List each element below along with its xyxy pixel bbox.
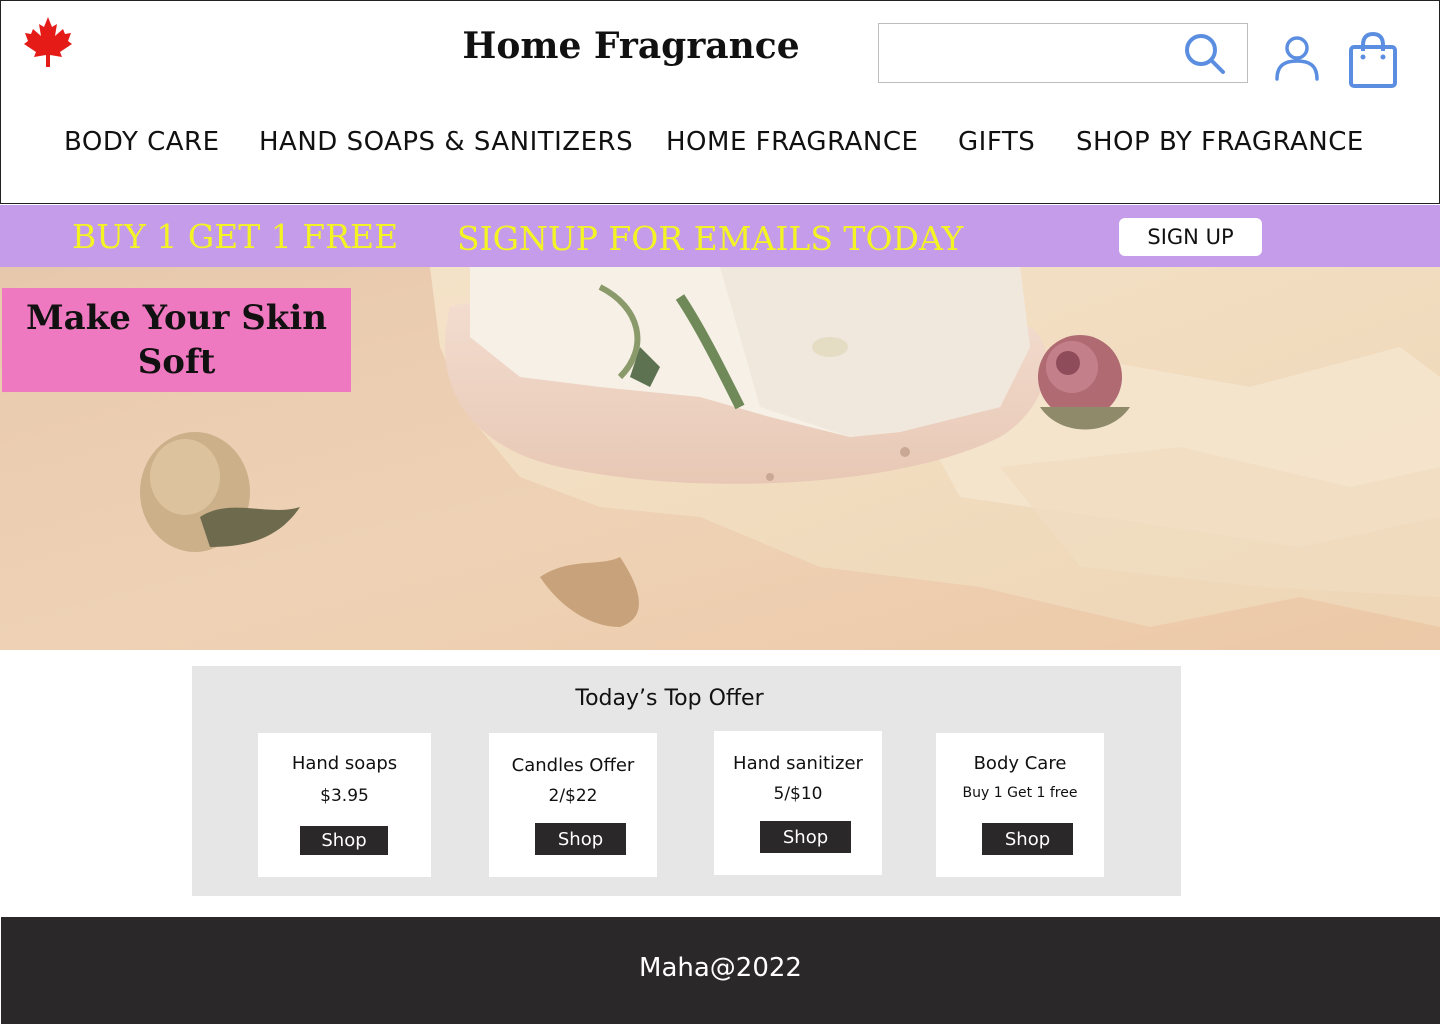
card-price: $3.95	[320, 786, 369, 806]
site-footer: Maha@2022	[1, 917, 1440, 1024]
site-header: Home Fragrance BODY CARE HAND SOAPS & SA…	[0, 0, 1440, 204]
promo-signup-text: SIGNUP FOR EMAILS TODAY	[457, 219, 964, 258]
search-icon[interactable]	[1183, 32, 1227, 76]
card-title: Hand soaps	[291, 753, 398, 774]
shop-button[interactable]: Shop	[535, 823, 626, 855]
nav-item-gifts[interactable]: GIFTS	[958, 127, 1035, 157]
nav-item-body-care[interactable]: BODY CARE	[64, 127, 220, 157]
card-title: Body Care	[973, 753, 1067, 774]
hero-tagline: Make Your Skin Soft	[2, 288, 351, 392]
footer-copyright: Maha@2022	[639, 953, 802, 983]
shop-button[interactable]: Shop	[982, 823, 1073, 855]
offers-title: Today’s Top Offer	[575, 686, 764, 711]
shopping-bag-icon[interactable]	[1347, 31, 1399, 89]
signup-button[interactable]: SIGN UP	[1119, 218, 1262, 256]
nav-item-shop-by-fragrance[interactable]: SHOP BY FRAGRANCE	[1076, 127, 1364, 157]
user-icon[interactable]	[1273, 35, 1321, 81]
promo-offer-text: BUY 1 GET 1 FREE	[72, 217, 399, 256]
main-nav: BODY CARE HAND SOAPS & SANITIZERS HOME F…	[1, 127, 1440, 171]
maple-leaf-icon[interactable]	[23, 15, 73, 69]
offer-card-candles: Candles Offer 2/$22 Shop	[489, 733, 657, 877]
hero-banner: Make Your Skin Soft	[0, 267, 1440, 650]
top-offers-section: Today’s Top Offer Hand soaps $3.95 Shop …	[192, 666, 1181, 896]
card-title: Hand sanitizer	[733, 753, 863, 774]
offer-card-hand-soaps: Hand soaps $3.95 Shop	[258, 733, 431, 877]
offer-card-hand-sanitizer: Hand sanitizer 5/$10 Shop	[714, 731, 882, 875]
card-title: Candles Offer	[511, 755, 635, 776]
nav-item-hand-soaps-sanitizers[interactable]: HAND SOAPS & SANITIZERS	[259, 127, 633, 157]
card-price: 5/$10	[773, 784, 823, 804]
search-input[interactable]	[878, 23, 1248, 83]
shop-button[interactable]: Shop	[760, 821, 851, 853]
nav-item-home-fragrance[interactable]: HOME FRAGRANCE	[666, 127, 918, 157]
offer-card-body-care: Body Care Buy 1 Get 1 free Shop	[936, 733, 1104, 877]
card-price: Buy 1 Get 1 free	[962, 785, 1078, 801]
shop-button[interactable]: Shop	[300, 826, 388, 855]
card-price: 2/$22	[548, 786, 598, 806]
site-title[interactable]: Home Fragrance	[441, 25, 821, 67]
promo-banner: BUY 1 GET 1 FREE SIGNUP FOR EMAILS TODAY…	[0, 205, 1440, 267]
